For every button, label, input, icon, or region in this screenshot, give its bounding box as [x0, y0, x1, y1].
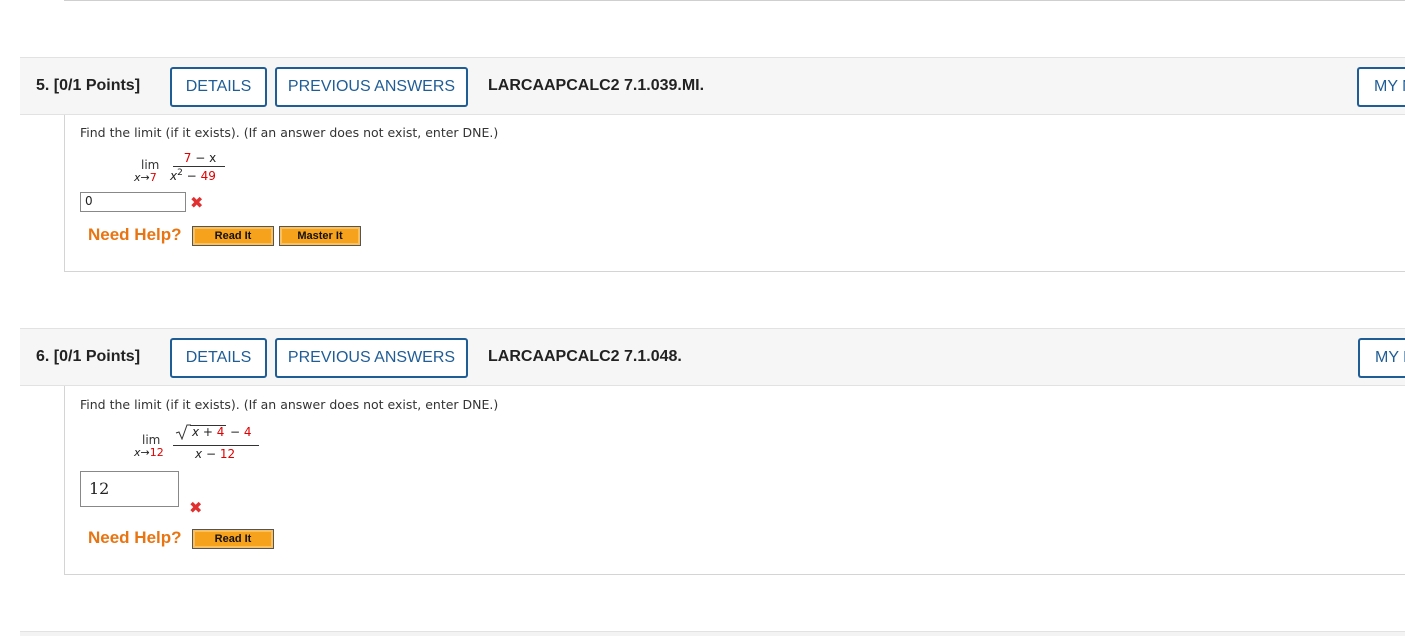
question-5-details-button[interactable]: DETAILS — [170, 67, 267, 107]
question-6-read-it-button[interactable]: Read It — [192, 529, 274, 549]
sqrt-radicand: x + 4 — [192, 425, 225, 439]
previous-question-divider — [64, 0, 1405, 1]
limit-word: lim — [142, 433, 161, 447]
limit-subscript: x→7 — [134, 171, 157, 184]
question-6-need-help-label: Need Help? — [88, 528, 182, 547]
question-6-code: LARCAAPCALC2 7.1.048. — [488, 348, 682, 365]
question-5-previous-answers-button[interactable]: PREVIOUS ANSWERS — [275, 67, 468, 107]
question-5-read-it-button[interactable]: Read It — [192, 226, 274, 246]
question-5-header: 5. [0/1 Points] DETAILS PREVIOUS ANSWERS… — [20, 57, 1405, 115]
question-6-details-button[interactable]: DETAILS — [170, 338, 267, 378]
question-6-title: 6. [0/1 Points] — [36, 348, 141, 365]
question-5-prompt: Find the limit (if it exists). (If an an… — [80, 125, 499, 140]
next-question-header-edge — [20, 631, 1405, 636]
question-6-answer-input[interactable]: 12 — [80, 471, 179, 507]
question-6-body: Find the limit (if it exists). (If an an… — [64, 386, 1405, 575]
fraction-bar — [173, 166, 225, 167]
incorrect-x-icon: ✖ — [190, 193, 204, 212]
fraction-denominator: x2 − 49 — [170, 168, 216, 183]
question-5-body: Find the limit (if it exists). (If an an… — [64, 115, 1405, 272]
question-5-points: [0/1 Points] — [53, 77, 141, 94]
question-6-prompt: Find the limit (if it exists). (If an an… — [80, 397, 499, 412]
sqrt-symbol — [175, 424, 191, 440]
fraction-numerator: 7 − x — [183, 151, 217, 165]
limit-subscript: x→12 — [134, 446, 164, 459]
numerator-constant: − 4 — [230, 425, 252, 439]
question-6-my-notes-button[interactable]: MY NOTES — [1358, 338, 1405, 378]
question-5-code: LARCAAPCALC2 7.1.039.MI. — [488, 77, 705, 94]
fraction-denominator: x − 12 — [195, 447, 236, 461]
question-6-previous-answers-button[interactable]: PREVIOUS ANSWERS — [275, 338, 468, 378]
question-5-master-it-button[interactable]: Master It — [279, 226, 361, 246]
question-5-my-notes-button[interactable]: MY NOTES — [1357, 67, 1405, 107]
question-5-title: 5. [0/1 Points] — [36, 77, 141, 94]
question-6-points: [0/1 Points] — [53, 348, 141, 365]
limit-word: lim — [141, 158, 160, 172]
question-6-header: 6. [0/1 Points] DETAILS PREVIOUS ANSWERS… — [20, 328, 1405, 386]
question-5-answer-input[interactable]: 0 — [80, 192, 186, 212]
fraction-bar — [173, 445, 259, 446]
incorrect-x-icon: ✖ — [189, 498, 203, 517]
question-5-need-help-label: Need Help? — [88, 225, 182, 244]
